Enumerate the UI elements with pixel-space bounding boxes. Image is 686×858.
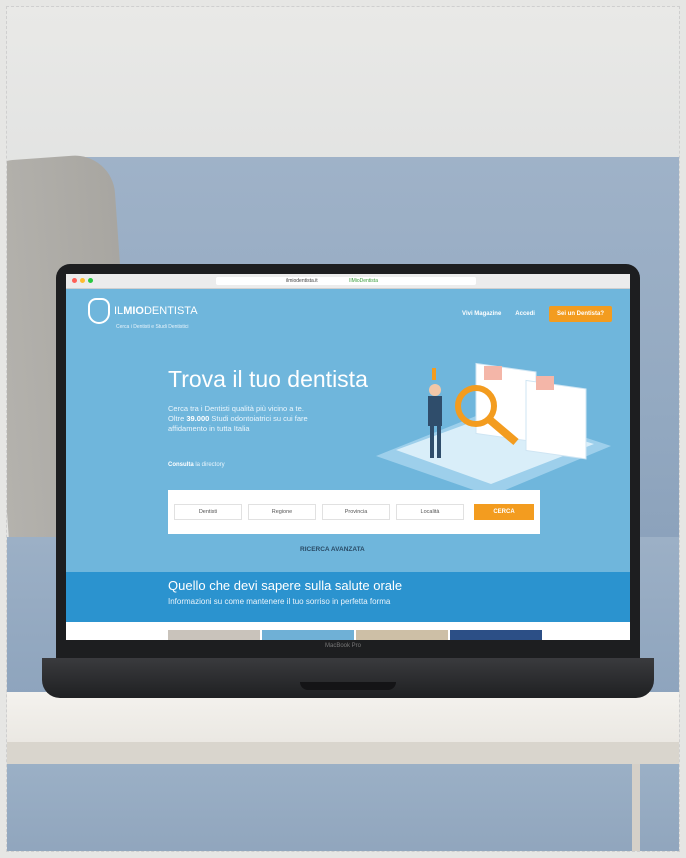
logo-suffix: DENTISTA (143, 305, 198, 317)
hero-text: Cerca tra i Dentisti qualità più vicino … (168, 404, 368, 434)
nav-login[interactable]: Accedi (515, 311, 535, 317)
consulta-rest: la directory (193, 462, 225, 468)
hero-line-2c: Studi odontoiatrici su cui fare (209, 414, 308, 423)
article-card[interactable] (168, 630, 260, 640)
section-title: Quello che devi sapere sulla salute oral… (168, 578, 403, 593)
dentist-select[interactable]: Dentisti (174, 504, 242, 520)
floor (7, 764, 679, 851)
article-card[interactable] (450, 630, 542, 640)
laptop-base (42, 658, 654, 698)
laptop-notch (300, 682, 396, 690)
consulta-link[interactable]: Consulta la directory (168, 462, 225, 468)
search-button[interactable]: CERCA (474, 504, 534, 520)
location-select[interactable]: Località (396, 504, 464, 520)
profile-icon (484, 366, 502, 380)
maximize-icon[interactable] (88, 278, 93, 283)
url-text: ilmiodentista.it (286, 278, 318, 284)
consulta-bold: Consulta (168, 462, 194, 468)
logo-tagline: Cerca i Dentisti e Studi Dentistici (116, 324, 189, 330)
laptop-screen: ilmiodentista.it IlMioDentista ILMIODENT… (66, 274, 630, 640)
minimize-icon[interactable] (80, 278, 85, 283)
hero-line-1: Cerca tra i Dentisti qualità più vicino … (168, 404, 304, 413)
logo-bold: MIO (123, 305, 144, 317)
article-card[interactable] (262, 630, 354, 640)
tooth-icon (88, 298, 110, 324)
hero-title: Trova il tuo dentista (168, 366, 368, 392)
nav-magazine[interactable]: Vivi Magazine (462, 311, 501, 317)
hero-count: 39.000 (186, 414, 210, 423)
window-controls (72, 278, 93, 283)
oral-health-section: Quello che devi sapere sulla salute oral… (66, 572, 630, 622)
device-label: MacBook Pro (324, 643, 361, 649)
hero-line-2: Oltre 39.000 Studi odontoiatrici su cui … (168, 414, 368, 424)
table-leg (632, 764, 640, 851)
hero-line-3: affidamento in tutta Italia (168, 424, 250, 433)
section-subtitle: Informazioni su come mantenere il tuo so… (168, 597, 391, 606)
region-select[interactable]: Regione (248, 504, 316, 520)
hero-line-2a: Oltre (168, 414, 187, 423)
top-nav: Vivi Magazine Accedi Sei un Dentista? (462, 306, 612, 322)
advanced-search-link[interactable]: RICERCA AVANZATA (300, 546, 365, 553)
article-card[interactable] (356, 630, 448, 640)
browser-chrome: ilmiodentista.it IlMioDentista (66, 274, 630, 289)
province-select[interactable]: Provincia (322, 504, 390, 520)
site-logo[interactable]: ILMIODENTISTA (88, 298, 198, 324)
close-icon[interactable] (72, 278, 77, 283)
dentist-cta-button[interactable]: Sei un Dentista? (548, 306, 612, 322)
table-edge (7, 742, 679, 764)
ssl-label: IlMioDentista (349, 278, 378, 284)
logo-text: ILMIODENTISTA (114, 305, 198, 317)
address-bar[interactable]: ilmiodentista.it IlMioDentista (216, 277, 476, 285)
logo-prefix: IL (114, 305, 124, 317)
search-box: Dentisti Regione Provincia Località CERC… (168, 490, 540, 534)
hero-illustration (376, 362, 611, 496)
wall (7, 7, 679, 177)
